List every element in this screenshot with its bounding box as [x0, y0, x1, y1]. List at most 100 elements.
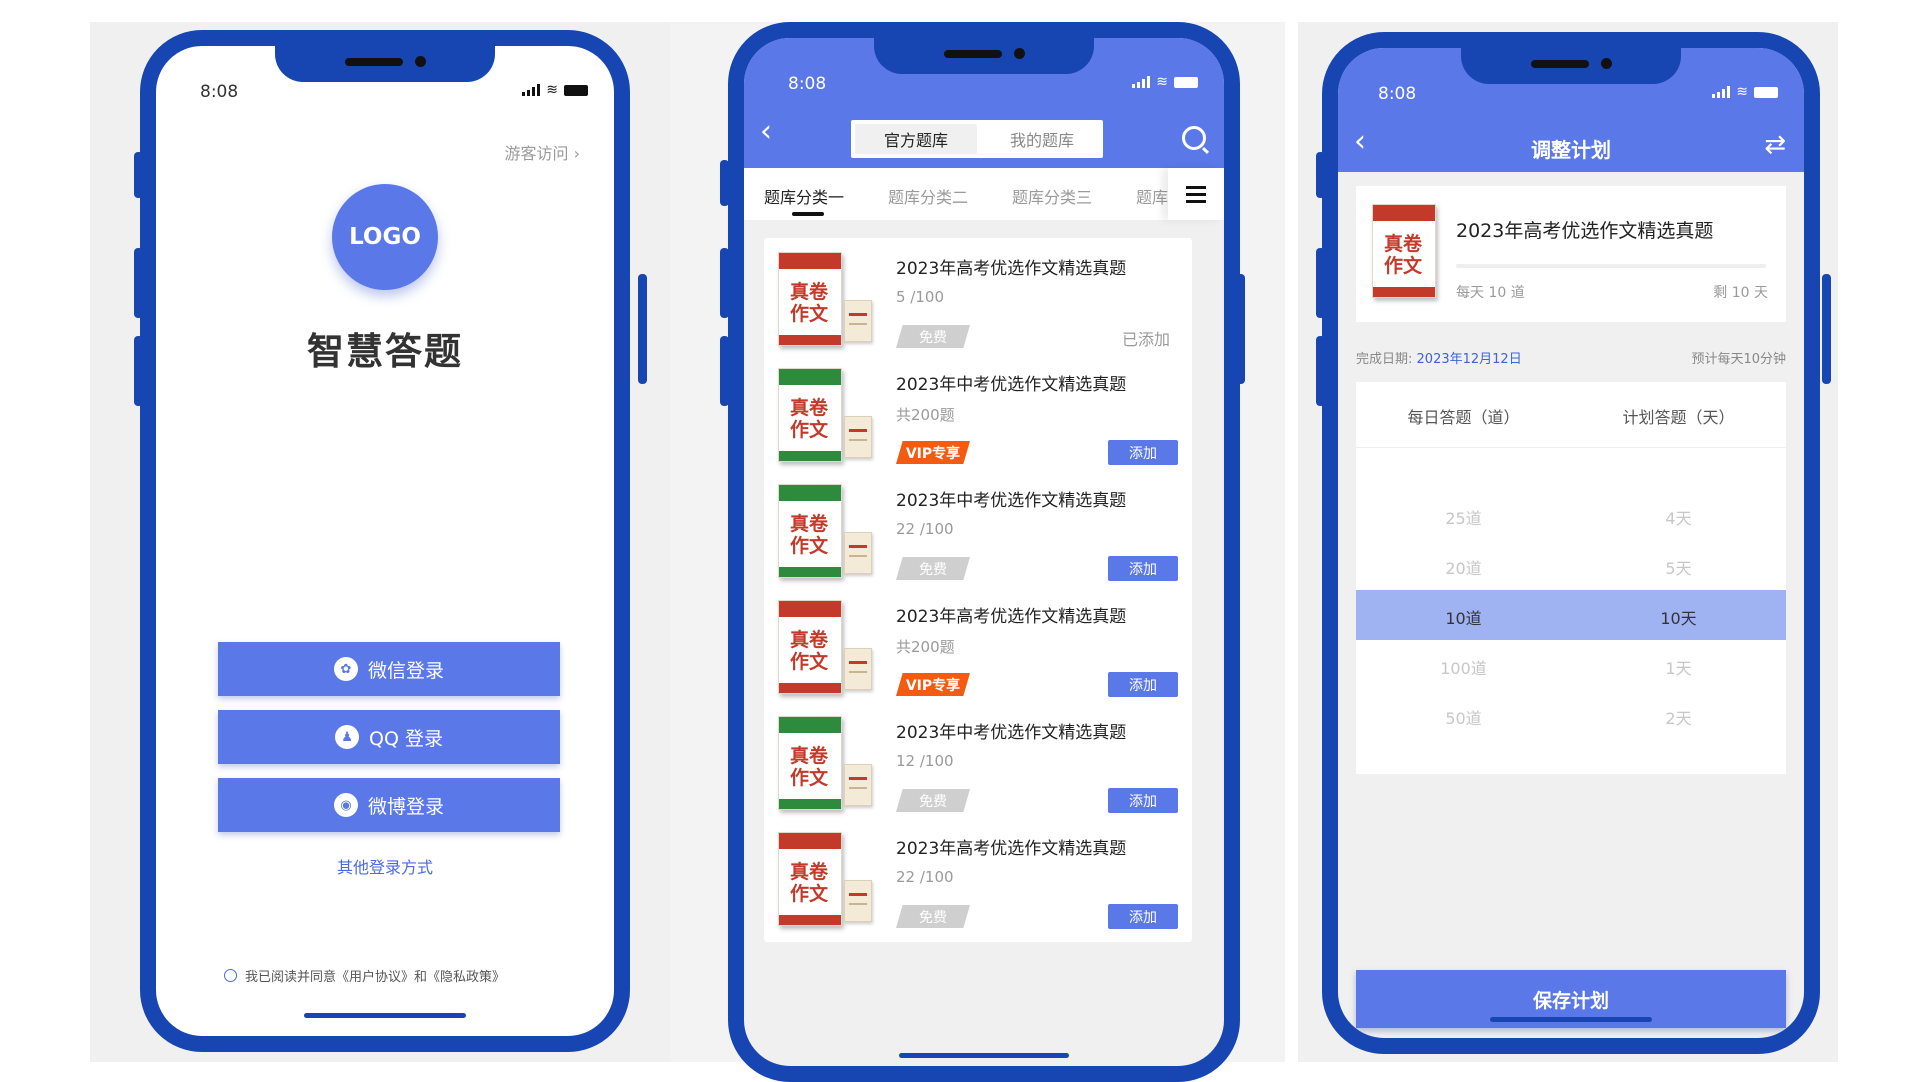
qq-login-button[interactable]: ♟ QQ 登录	[218, 710, 560, 764]
adjust-plan-phone: 8:08 ≋ ‹ 调整计划 ⇄ 真卷作文 2023年高考优选作文精选真题 每天 …	[1322, 32, 1820, 1054]
category-tab-4[interactable]: 题库	[1136, 184, 1168, 208]
card-count: 22 /100	[896, 520, 954, 538]
wifi-icon: ≋	[546, 82, 558, 98]
weibo-login-label: 微博登录	[367, 795, 444, 818]
picker-row[interactable]: 25道 4天	[1356, 490, 1786, 540]
wechat-login-button[interactable]: ✿ 微信登录	[218, 642, 560, 696]
bank-card[interactable]: 真卷作文 2023年高考优选作文精选真题 5 /100 免费 已添加	[764, 238, 1192, 362]
add-button[interactable]: 添加	[1108, 440, 1178, 465]
free-tag: 免费	[896, 905, 970, 928]
estimate-time: 预计每天10分钟	[1691, 352, 1786, 367]
home-indicator	[304, 1013, 466, 1018]
book-cover: 真卷作文	[778, 716, 872, 812]
free-tag: 免费	[896, 789, 970, 812]
card-count: 共200题	[896, 638, 955, 656]
add-button[interactable]: 添加	[1108, 904, 1178, 929]
plan-remaining: 剩 10 天	[1713, 285, 1768, 301]
category-tab-3[interactable]: 题库分类三	[1012, 184, 1092, 208]
question-bank-panel: 8:08 ≋ ‹ 官方题库 我的题库 题库分类一 题库分类二 题库分类三 题库 …	[670, 22, 1285, 1082]
vip-tag: VIP专享	[896, 673, 970, 696]
picker-daily-value: 50道	[1445, 709, 1482, 728]
wifi-icon: ≋	[1156, 74, 1168, 90]
add-button[interactable]: 添加	[1108, 556, 1178, 581]
picker-daily-value: 25道	[1445, 509, 1482, 528]
app-name: 智慧答题	[307, 330, 463, 373]
book-cover: 真卷作文	[778, 484, 872, 580]
guest-access-link[interactable]: 游客访问 ›	[505, 140, 581, 164]
search-icon[interactable]	[1182, 126, 1206, 150]
book-cover: 真卷作文	[778, 368, 872, 464]
agreement-row[interactable]: 我已阅读并同意《用户协议》和《隐私政策》	[224, 966, 505, 985]
vip-tag: VIP专享	[896, 441, 970, 464]
wechat-icon: ✿	[333, 657, 358, 681]
card-title: 2023年高考优选作文精选真题	[896, 607, 1127, 627]
book-cover: 真卷作文	[778, 832, 872, 928]
add-button[interactable]: 添加	[1108, 672, 1178, 697]
picker-row[interactable]: 20道 5天	[1356, 540, 1786, 590]
login-phone: 8:08 ≋ 游客访问 › LOGO 智慧答题 ✿ 微信登录 ♟ QQ 登录 ◉…	[140, 30, 630, 1052]
status-icons: ≋	[522, 82, 588, 98]
picker-daily-value: 100道	[1440, 659, 1487, 678]
power-button	[638, 274, 647, 384]
picker-daily-value: 10道	[1445, 609, 1482, 628]
col-daily-header: 每日答题（道）	[1407, 408, 1520, 427]
bank-segment-control: 官方题库 我的题库	[851, 120, 1103, 158]
plan-book-title: 2023年高考优选作文精选真题	[1456, 220, 1714, 242]
agreement-radio[interactable]	[224, 969, 237, 982]
tab-official-bank[interactable]: 官方题库	[855, 124, 977, 154]
status-time: 8:08	[1378, 84, 1417, 104]
card-count: 12 /100	[896, 752, 954, 770]
picker-daily-value: 20道	[1445, 559, 1482, 578]
signal-icon	[1132, 76, 1151, 88]
bank-card[interactable]: 真卷作文 2023年中考优选作文精选真题 12 /100 免费 添加	[764, 702, 1192, 826]
picker-days-value: 10天	[1660, 609, 1697, 628]
card-count: 共200题	[896, 406, 955, 424]
bank-card[interactable]: 真卷作文 2023年高考优选作文精选真题 共200题 VIP专享 添加	[764, 586, 1192, 710]
home-indicator	[899, 1053, 1069, 1058]
plan-book-card: 真卷作文 2023年高考优选作文精选真题 每天 10 道 剩 10 天	[1356, 186, 1786, 322]
notch	[874, 38, 1094, 74]
picker-row-selected[interactable]: 10道 10天	[1356, 590, 1786, 640]
back-icon[interactable]: ‹	[760, 114, 772, 149]
tab-my-bank[interactable]: 我的题库	[981, 120, 1103, 158]
bank-card[interactable]: 真卷作文 2023年中考优选作文精选真题 22 /100 免费 添加	[764, 470, 1192, 594]
plan-picker[interactable]: 每日答题（道） 计划答题（天） 25道 4天 20道 5天 10道 10天 100道 1天 50…	[1356, 382, 1786, 774]
card-count: 22 /100	[896, 868, 954, 886]
card-title: 2023年中考优选作文精选真题	[896, 723, 1127, 743]
card-count: 5 /100	[896, 288, 944, 306]
signal-icon	[1712, 86, 1731, 98]
other-login-link[interactable]: 其他登录方式	[156, 854, 614, 878]
battery-icon	[1754, 87, 1778, 98]
card-title: 2023年高考优选作文精选真题	[896, 259, 1127, 279]
category-menu-icon[interactable]	[1168, 168, 1224, 220]
category-tab-2[interactable]: 题库分类二	[888, 184, 968, 208]
free-tag: 免费	[896, 557, 970, 580]
picker-row[interactable]: 100道 1天	[1356, 640, 1786, 690]
card-title: 2023年中考优选作文精选真题	[896, 491, 1127, 511]
status-icons: ≋	[1712, 84, 1778, 100]
book-cover: 真卷作文	[778, 252, 872, 348]
app-logo: LOGO	[332, 184, 438, 290]
picker-days-value: 5天	[1665, 559, 1692, 578]
weibo-login-button[interactable]: ◉ 微博登录	[218, 778, 560, 832]
qq-login-label: QQ 登录	[369, 727, 443, 750]
category-tab-1[interactable]: 题库分类一	[764, 184, 844, 208]
status-time: 8:08	[788, 74, 827, 94]
wechat-login-label: 微信登录	[367, 659, 444, 682]
battery-icon	[564, 85, 588, 96]
wifi-icon: ≋	[1736, 84, 1748, 100]
bank-card[interactable]: 真卷作文 2023年中考优选作文精选真题 共200题 VIP专享 添加	[764, 354, 1192, 478]
plan-progress-bar	[1456, 264, 1766, 268]
finish-label: 完成日期:	[1356, 352, 1413, 367]
picker-row[interactable]: 50道 2天	[1356, 690, 1786, 740]
active-tab-underline	[792, 212, 824, 216]
add-button[interactable]: 添加	[1108, 788, 1178, 813]
swap-icon[interactable]: ⇄	[1764, 130, 1786, 160]
book-cover: 真卷作文	[1372, 204, 1466, 300]
picker-days-value: 2天	[1665, 709, 1692, 728]
bank-card[interactable]: 真卷作文 2023年高考优选作文精选真题 22 /100 免费 添加	[764, 818, 1192, 942]
free-tag: 免费	[896, 325, 970, 348]
agreement-text: 我已阅读并同意《用户协议》和《隐私政策》	[245, 970, 506, 985]
page-title: 调整计划	[1531, 138, 1611, 162]
picker-days-value: 4天	[1665, 509, 1692, 528]
